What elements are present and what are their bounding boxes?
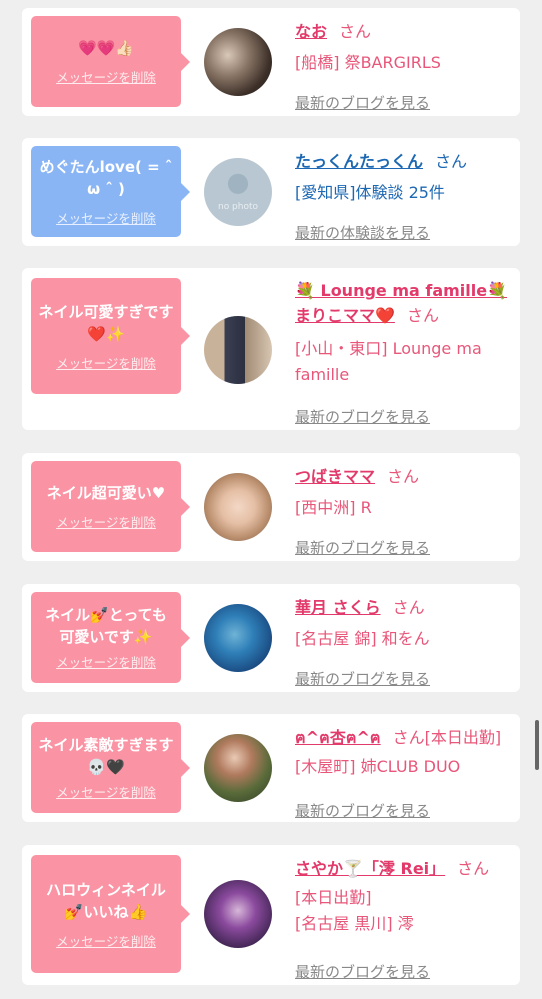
latest-blog-link[interactable]: 最新のブログを見る (295, 800, 430, 822)
honorific: さん (435, 152, 468, 171)
sender-name-link[interactable]: 💐 Lounge ma famille💐 まりこママ❤️ (295, 281, 507, 325)
sender-name-link[interactable]: たっくんたっくん (295, 152, 423, 171)
latest-blog-link[interactable]: 最新のブログを見る (295, 92, 430, 114)
message-bubble: ネイル素敵すぎます💀🖤 メッセージを削除 (31, 722, 190, 813)
avatar[interactable] (204, 28, 272, 96)
honorific: さん (406, 306, 439, 325)
scrollbar[interactable] (535, 720, 539, 770)
delete-message-link[interactable]: メッセージを削除 (56, 931, 156, 950)
sender-info: つばきママ さん [西中洲] R 最新のブログを見る (295, 463, 510, 557)
sender-name-link[interactable]: ฅ^ฅ杏ฅ^ฅ (295, 728, 381, 747)
message-bubble: ネイル超可愛い♥ メッセージを削除 (31, 461, 190, 552)
delete-message-link[interactable]: メッセージを削除 (56, 208, 156, 227)
honorific: さん (457, 859, 490, 878)
sender-location: [船橋] 祭BARGIRLS (295, 53, 441, 72)
sender-info: ฅ^ฅ杏ฅ^ฅ さん[本日出勤] [木屋町] 姉CLUB DUO 最新のブログを見… (295, 724, 510, 820)
message-bubble: ネイル可愛すぎです❤️✨ メッセージを削除 (31, 278, 190, 394)
message-text: ネイル可愛すぎです❤️✨ (38, 302, 174, 343)
delete-message-link[interactable]: メッセージを削除 (56, 512, 156, 531)
message-bubble: ネイル💅とっても可愛いです✨ メッセージを削除 (31, 592, 190, 683)
sender-info: 華月 さくら さん [名古屋 錦] 和をん 最新のブログを見る (295, 594, 510, 688)
sender-status: [本日出勤] (295, 888, 372, 907)
avatar[interactable] (204, 880, 272, 948)
sender-location: [西中洲] R (295, 498, 372, 517)
message-card: ネイル超可愛い♥ メッセージを削除 つばきママ さん [西中洲] R 最新のブログ… (22, 453, 520, 561)
sender-location: [愛知県]体験談 25件 (295, 183, 445, 202)
message-text: ネイル💅とっても可愛いです✨ (45, 606, 167, 646)
message-text: ネイル超可愛い♥ (46, 484, 166, 502)
message-text: ハロウィンネイル💅いいね👍 (46, 880, 166, 921)
honorific: さん (392, 598, 425, 617)
avatar[interactable] (204, 604, 272, 672)
latest-blog-link[interactable]: 最新のブログを見る (295, 961, 430, 983)
honorific: さん (339, 22, 372, 41)
delete-message-link[interactable]: メッセージを削除 (56, 782, 156, 801)
message-card: 💗💗👍🏻 メッセージを削除 なお さん [船橋] 祭BARGIRLS 最新のブログ… (22, 8, 520, 116)
sender-name-link[interactable]: なお (295, 22, 327, 41)
message-bubble: 💗💗👍🏻 メッセージを削除 (31, 16, 190, 107)
honorific: さん (387, 467, 420, 486)
message-text: ネイル素敵すぎます💀🖤 (38, 736, 174, 776)
message-bubble: めぐたんlove( = ˆ ω ˆ ) メッセージを削除 (31, 146, 190, 237)
sender-location: [小山・東口] Lounge ma famille (295, 339, 482, 384)
delete-message-link[interactable]: メッセージを削除 (56, 67, 156, 86)
message-text: 💗💗👍🏻 (77, 39, 135, 57)
latest-blog-link[interactable]: 最新のブログを見る (295, 406, 430, 428)
sender-name-link[interactable]: さやか🍸「澪 Rei」 (295, 859, 445, 878)
latest-blog-link[interactable]: 最新のブログを見る (295, 668, 430, 690)
avatar[interactable] (204, 473, 272, 541)
avatar[interactable] (204, 734, 272, 802)
no-photo-icon[interactable]: no photo (204, 158, 272, 226)
delete-message-link[interactable]: メッセージを削除 (56, 353, 156, 372)
honorific: さん[本日出勤] (392, 728, 502, 747)
sender-info: さやか🍸「澪 Rei」 さん [本日出勤] [名古屋 黒川] 澪 最新のブログを見… (295, 855, 510, 981)
message-text: めぐたんlove( = ˆ ω ˆ ) (39, 158, 173, 198)
message-card: ネイル可愛すぎです❤️✨ メッセージを削除 💐 Lounge ma famill… (22, 268, 520, 430)
sender-info: なお さん [船橋] 祭BARGIRLS 最新のブログを見る (295, 18, 510, 112)
latest-review-link[interactable]: 最新の体験談を見る (295, 222, 430, 244)
message-bubble: ハロウィンネイル💅いいね👍 メッセージを削除 (31, 855, 190, 973)
sender-location: [名古屋 黒川] 澪 (295, 914, 414, 933)
message-card: ネイル💅とっても可愛いです✨ メッセージを削除 華月 さくら さん [名古屋 錦]… (22, 584, 520, 692)
message-card: ハロウィンネイル💅いいね👍 メッセージを削除 さやか🍸「澪 Rei」 さん [本日… (22, 845, 520, 985)
sender-name-link[interactable]: つばきママ (295, 467, 375, 486)
sender-location: [木屋町] 姉CLUB DUO (295, 757, 461, 776)
message-card: ネイル素敵すぎます💀🖤 メッセージを削除 ฅ^ฅ杏ฅ^ฅ さん[本日出勤] [木屋… (22, 714, 520, 822)
message-card: めぐたんlove( = ˆ ω ˆ ) メッセージを削除 no photo たっ… (22, 138, 520, 246)
sender-name-link[interactable]: 華月 さくら (295, 598, 381, 617)
avatar[interactable] (204, 316, 272, 384)
no-photo-caption: no photo (217, 202, 259, 212)
sender-info: 💐 Lounge ma famille💐 まりこママ❤️ さん [小山・東口] L… (295, 278, 510, 426)
sender-location: [名古屋 錦] 和をん (295, 629, 430, 648)
delete-message-link[interactable]: メッセージを削除 (56, 652, 156, 671)
latest-blog-link[interactable]: 最新のブログを見る (295, 537, 430, 559)
sender-info: たっくんたっくん さん [愛知県]体験談 25件 最新の体験談を見る (295, 148, 510, 242)
